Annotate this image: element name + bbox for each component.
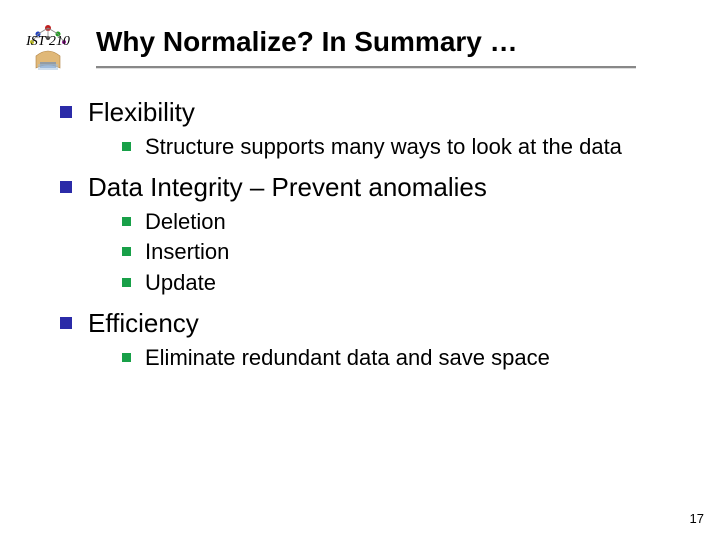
square-bullet-icon bbox=[122, 247, 131, 256]
square-bullet-icon bbox=[60, 106, 72, 118]
page-number: 17 bbox=[690, 511, 704, 526]
square-bullet-icon bbox=[60, 317, 72, 329]
square-bullet-icon bbox=[122, 353, 131, 362]
sub-bullets: Structure supports many ways to look at … bbox=[122, 133, 680, 162]
bullet-level1: Flexibility bbox=[60, 96, 680, 129]
slide: IST 210 Why Normalize? In Summary … Flex… bbox=[0, 0, 720, 540]
slide-body: Flexibility Structure supports many ways… bbox=[60, 90, 680, 382]
sub-bullets: Deletion Insertion Update bbox=[122, 208, 680, 298]
bullet-level1: Efficiency bbox=[60, 307, 680, 340]
square-bullet-icon bbox=[60, 181, 72, 193]
slide-title: Why Normalize? In Summary … bbox=[96, 26, 518, 58]
sub-bullets: Eliminate redundant data and save space bbox=[122, 344, 680, 373]
bullet-text: Efficiency bbox=[88, 307, 199, 340]
bullet-text: Insertion bbox=[145, 238, 229, 267]
bullet-level2: Update bbox=[122, 269, 680, 298]
bullet-text: Flexibility bbox=[88, 96, 195, 129]
bullet-level2: Deletion bbox=[122, 208, 680, 237]
course-logo bbox=[18, 22, 78, 72]
square-bullet-icon bbox=[122, 217, 131, 226]
bullet-level2: Structure supports many ways to look at … bbox=[122, 133, 680, 162]
bullet-text: Structure supports many ways to look at … bbox=[145, 133, 622, 162]
bullet-text: Deletion bbox=[145, 208, 226, 237]
bullet-text: Eliminate redundant data and save space bbox=[145, 344, 550, 373]
square-bullet-icon bbox=[122, 142, 131, 151]
bullet-text: Data Integrity – Prevent anomalies bbox=[88, 171, 487, 204]
bullet-level1: Data Integrity – Prevent anomalies bbox=[60, 171, 680, 204]
bullet-level2: Insertion bbox=[122, 238, 680, 267]
bullet-level2: Eliminate redundant data and save space bbox=[122, 344, 680, 373]
title-underline bbox=[96, 66, 636, 68]
square-bullet-icon bbox=[122, 278, 131, 287]
bullet-text: Update bbox=[145, 269, 216, 298]
